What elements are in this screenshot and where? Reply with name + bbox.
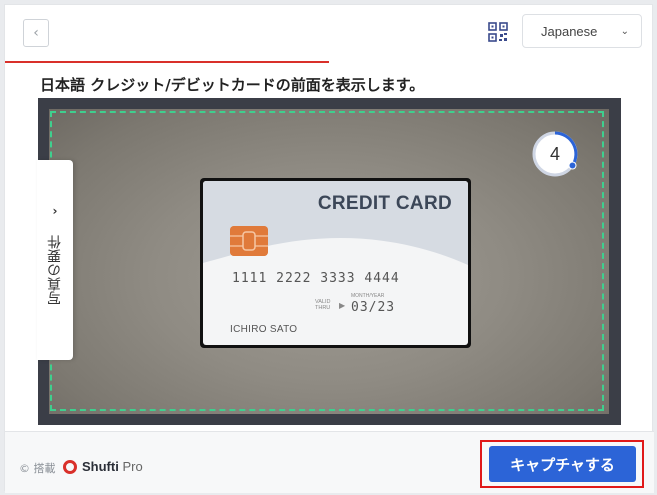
back-button[interactable]: ‹ [23, 19, 49, 47]
qr-code-icon[interactable] [488, 22, 508, 42]
progress-bar [5, 61, 329, 63]
chip-icon [230, 226, 268, 256]
valid-thru-label: VALID THRU [315, 299, 331, 311]
footer: © 搭載 Shufti Pro キャプチャする [5, 431, 654, 493]
photo-requirements-tab[interactable]: › 写真の要件 [37, 160, 73, 360]
month-year-label: MONTH/YEAR [351, 293, 385, 299]
countdown-value: 4 [549, 143, 560, 164]
card-expiry: 03/23 [351, 300, 396, 315]
language-value: Japanese [541, 23, 598, 39]
credit-card-image: CREDIT CARD 1111 2222 3333 4444 VALID TH… [200, 178, 471, 348]
photo-requirements-label: 写真の要件 [47, 235, 63, 305]
countdown-timer: 4 [531, 130, 579, 178]
verification-panel: ‹ Japanese ⌄ 日本語 クレジット/デビットカードの前面を表示します。… [4, 4, 654, 493]
arrow-right-icon: ▶ [339, 301, 346, 310]
chevron-left-icon: ‹ [33, 25, 39, 41]
capture-button[interactable]: キャプチャする [489, 446, 636, 482]
card-number: 1111 2222 3333 4444 [232, 271, 400, 286]
brand-name: Shufti Pro [82, 459, 143, 474]
shufti-logo-icon [63, 460, 77, 474]
card-holder-name: ICHIRO SATO [230, 324, 298, 335]
chevron-down-icon: ⌄ [620, 25, 629, 37]
camera-view: CREDIT CARD 1111 2222 3333 4444 VALID TH… [38, 98, 621, 425]
card-title: CREDIT CARD [317, 193, 452, 214]
language-select[interactable]: Japanese ⌄ [522, 14, 642, 48]
instruction-title: 日本語 クレジット/デビットカードの前面を表示します。 [40, 76, 425, 94]
powered-by-text: © 搭載 [19, 462, 56, 475]
chevron-right-icon: › [52, 204, 58, 218]
